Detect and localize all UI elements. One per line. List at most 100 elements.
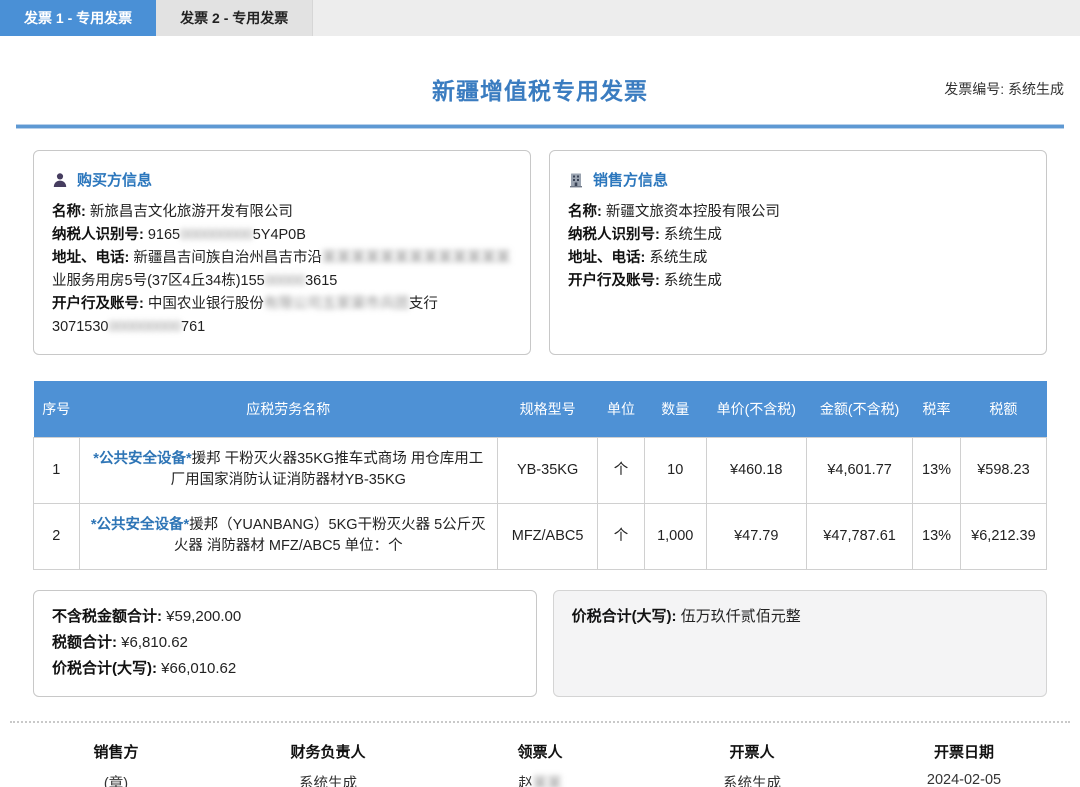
footer-receiver-label: 领票人 <box>434 741 646 762</box>
party-info-row: 购买方信息 名称: 新旅昌吉文化旅游开发有限公司 纳税人识别号: 9165000… <box>33 150 1047 355</box>
seller-building-icon <box>568 172 584 188</box>
total-tax-label: 税额合计: <box>52 634 117 651</box>
buyer-bank-label: 开户行及账号: <box>52 296 144 312</box>
footer-seller-label: 销售方 <box>10 741 222 762</box>
buyer-section-header: 购买方信息 <box>52 169 512 190</box>
invoice-number: 发票编号: 系统生成 <box>944 79 1064 99</box>
seller-address-value: 系统生成 <box>649 250 707 266</box>
buyer-bank-post: 761 <box>181 319 205 335</box>
table-row: 1 *公共安全设备*援邦 干粉灭火器35KG推车式商场 用仓库用工厂用国家消防认… <box>34 437 1047 503</box>
seller-name-value: 新疆文旅资本控股有限公司 <box>606 204 780 220</box>
seller-address-label: 地址、电话: <box>568 250 645 266</box>
footer-receiver-col: 领票人 赵某某 <box>434 741 646 787</box>
buyer-taxid-field: 纳税人识别号: 91650000000005Y4P0B <box>52 224 512 247</box>
seller-bank-label: 开户行及账号: <box>568 273 660 289</box>
footer-receiver-surname: 赵 <box>518 776 533 787</box>
footer-issuer-col: 开票人 系统生成 <box>646 741 858 787</box>
row2-spec: MFZ/ABC5 <box>497 503 597 569</box>
total-excl-tax-line: 不含税金额合计: ¥59,200.00 <box>52 604 518 630</box>
total-excl-tax-value: ¥59,200.00 <box>166 608 241 625</box>
col-header-seq: 序号 <box>34 381 80 437</box>
footer-finance-col: 财务负责人 系统生成 <box>222 741 434 787</box>
row1-unit: 个 <box>598 437 645 503</box>
total-incl-tax-value: ¥66,010.62 <box>161 660 236 677</box>
footer-receiver-redacted: 某某 <box>533 776 562 787</box>
row2-item-desc: 援邦（YUANBANG）5KG干粉灭火器 5公斤灭火器 消防器材 MFZ/ABC… <box>174 517 486 555</box>
row1-seq: 1 <box>34 437 80 503</box>
buyer-taxid-redacted: 000000000 <box>180 227 253 243</box>
total-excl-tax-label: 不含税金额合计: <box>52 608 162 625</box>
seller-bank-field: 开户行及账号: 系统生成 <box>568 270 1028 293</box>
seller-section-header: 销售方信息 <box>568 169 1028 190</box>
row2-tax-rate: 13% <box>913 503 961 569</box>
buyer-account-redacted: 000000000 <box>108 319 181 335</box>
total-tax-line: 税额合计: ¥6,810.62 <box>52 630 518 656</box>
seller-address-field: 地址、电话: 系统生成 <box>568 247 1028 270</box>
total-tax-value: ¥6,810.62 <box>121 634 188 651</box>
tab-invoice-2[interactable]: 发票 2 - 专用发票 <box>156 0 313 36</box>
footer-date-col: 开票日期 2024-02-05 <box>858 741 1070 787</box>
seller-info-box: 销售方信息 名称: 新疆文旅资本控股有限公司 纳税人识别号: 系统生成 地址、电… <box>549 150 1047 355</box>
row1-amount: ¥4,601.77 <box>806 437 912 503</box>
buyer-address-field: 地址、电话: 新疆昌吉间族自治州昌吉市沿某某某某某某某某某某某某某业服务用房5号… <box>52 247 512 293</box>
row1-tax-rate: 13% <box>913 437 961 503</box>
row1-qty: 10 <box>644 437 706 503</box>
row2-unit: 个 <box>598 503 645 569</box>
footer-issuer-value: 系统生成 <box>646 772 858 787</box>
row2-unit-price: ¥47.79 <box>706 503 806 569</box>
buyer-person-icon <box>52 172 68 188</box>
buyer-name-label: 名称: <box>52 204 86 220</box>
footer-finance-label: 财务负责人 <box>222 741 434 762</box>
table-row: 2 *公共安全设备*援邦（YUANBANG）5KG干粉灭火器 5公斤灭火器 消防… <box>34 503 1047 569</box>
footer-date-value: 2024-02-05 <box>858 772 1070 787</box>
buyer-address-redacted: 某某某某某某某某某某某某某 <box>322 250 511 266</box>
totals-box: 不含税金额合计: ¥59,200.00 税额合计: ¥6,810.62 价税合计… <box>33 590 537 697</box>
buyer-phone-redacted: 00000 <box>265 273 305 289</box>
row1-item-desc: 援邦 干粉灭火器35KG推车式商场 用仓库用工厂用国家消防认证消防器材YB-35… <box>171 451 484 489</box>
invoice-title: 新疆增值税专用发票 <box>432 72 648 106</box>
title-divider <box>16 125 1064 128</box>
seller-taxid-value: 系统生成 <box>664 227 722 243</box>
footer-seller-col: 销售方 (章) <box>10 741 222 787</box>
row2-item-name: *公共安全设备*援邦（YUANBANG）5KG干粉灭火器 5公斤灭火器 消防器材… <box>79 503 497 569</box>
col-header-tax: 税额 <box>960 381 1046 437</box>
col-header-tax-rate: 税率 <box>913 381 961 437</box>
col-header-amount: 金额(不含税) <box>806 381 912 437</box>
row1-spec: YB-35KG <box>497 437 597 503</box>
row1-unit-price: ¥460.18 <box>706 437 806 503</box>
footer-date-label: 开票日期 <box>858 741 1070 762</box>
buyer-taxid-pre: 9165 <box>148 227 180 243</box>
buyer-info-box: 购买方信息 名称: 新旅昌吉文化旅游开发有限公司 纳税人识别号: 9165000… <box>33 150 531 355</box>
document-header: 新疆增值税专用发票 发票编号: 系统生成 <box>16 66 1064 112</box>
buyer-address-mid: 业服务用房5号(37区4丘34栋)155 <box>52 273 265 289</box>
buyer-taxid-post: 5Y4P0B <box>253 227 306 243</box>
seller-name-label: 名称: <box>568 204 602 220</box>
col-header-unit-price: 单价(不含税) <box>706 381 806 437</box>
total-incl-tax-label: 价税合计(大写): <box>52 660 157 677</box>
seller-bank-value: 系统生成 <box>664 273 722 289</box>
tab-invoice-1[interactable]: 发票 1 - 专用发票 <box>0 0 156 36</box>
seller-name-field: 名称: 新疆文旅资本控股有限公司 <box>568 201 1028 224</box>
amount-in-words-box: 价税合计(大写): 伍万玖仟贰佰元整 <box>553 590 1047 697</box>
row2-amount: ¥47,787.61 <box>806 503 912 569</box>
amount-in-words-label: 价税合计(大写): <box>572 608 677 625</box>
buyer-name-field: 名称: 新旅昌吉文化旅游开发有限公司 <box>52 201 512 224</box>
seller-taxid-field: 纳税人识别号: 系统生成 <box>568 224 1028 247</box>
footer-finance-value: 系统生成 <box>222 772 434 787</box>
row2-qty: 1,000 <box>644 503 706 569</box>
totals-row: 不含税金额合计: ¥59,200.00 税额合计: ¥6,810.62 价税合计… <box>33 590 1047 697</box>
col-header-unit: 单位 <box>598 381 645 437</box>
row1-tax: ¥598.23 <box>960 437 1046 503</box>
signature-footer: 销售方 (章) 财务负责人 系统生成 领票人 赵某某 开票人 系统生成 开票日期… <box>10 721 1070 787</box>
buyer-section-title: 购买方信息 <box>77 169 152 190</box>
buyer-taxid-label: 纳税人识别号: <box>52 227 144 243</box>
total-incl-tax-line: 价税合计(大写): ¥66,010.62 <box>52 656 518 682</box>
table-header-row: 序号 应税劳务名称 规格型号 单位 数量 单价(不含税) 金额(不含税) 税率 … <box>34 381 1047 437</box>
row2-seq: 2 <box>34 503 80 569</box>
row2-tax: ¥6,212.39 <box>960 503 1046 569</box>
buyer-bank-redacted: 有限公司五家渠市兵团 <box>264 296 409 312</box>
buyer-name-value: 新旅昌吉文化旅游开发有限公司 <box>90 204 293 220</box>
buyer-address-post: 3615 <box>305 273 337 289</box>
invoice-tabbar: 发票 1 - 专用发票 发票 2 - 专用发票 <box>0 0 1080 36</box>
col-header-qty: 数量 <box>644 381 706 437</box>
